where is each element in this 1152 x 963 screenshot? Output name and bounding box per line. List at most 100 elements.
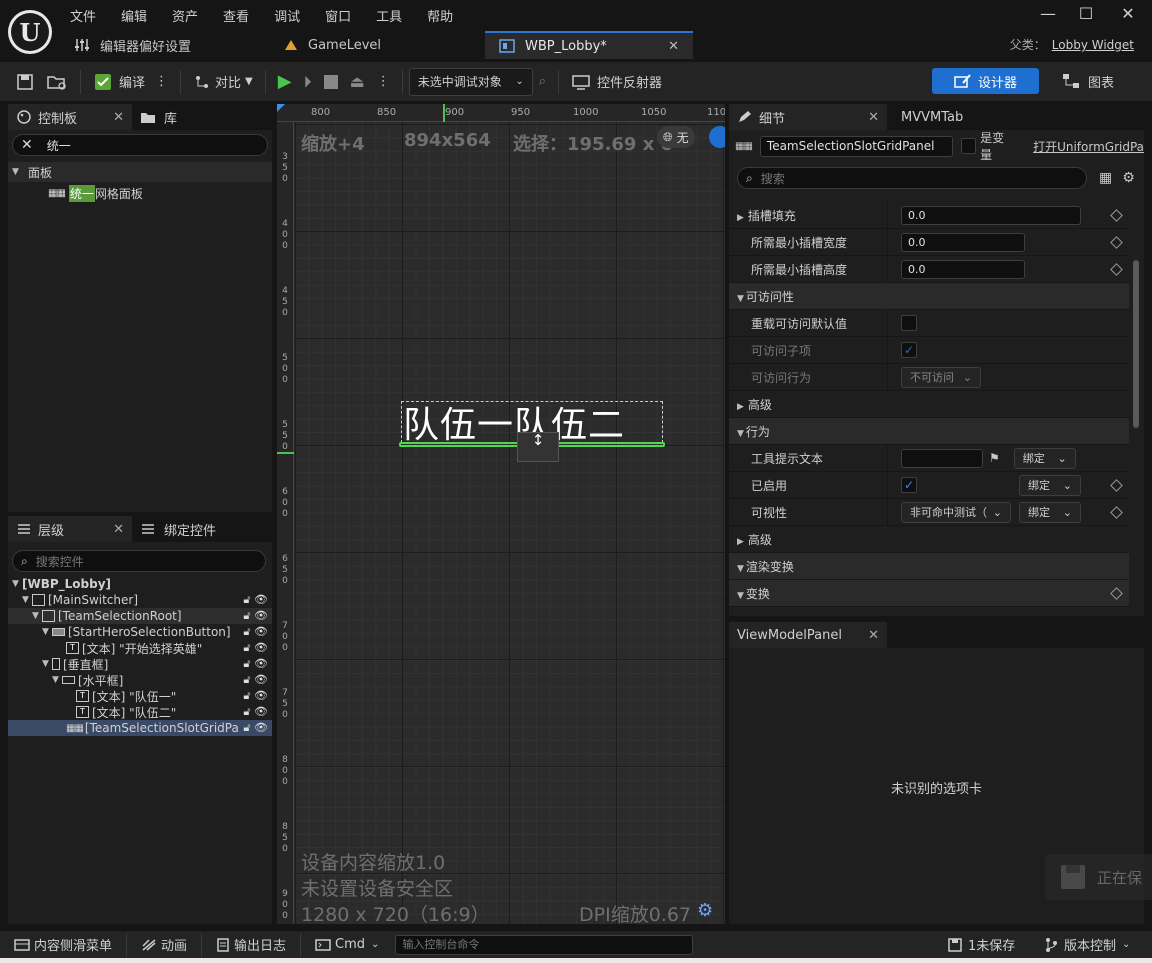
close-tab-icon[interactable]: ✕	[113, 110, 124, 125]
eject-icon[interactable]: ⏏	[344, 68, 371, 96]
details-search-input[interactable]: ⌕ 搜索	[737, 167, 1087, 189]
save-button[interactable]	[10, 68, 40, 96]
slot-padding-input[interactable]: 0.0	[901, 205, 1081, 225]
menu-asset[interactable]: 资产	[172, 6, 198, 25]
menu-edit[interactable]: 编辑	[121, 6, 147, 25]
open-uniformgrid-link[interactable]: 打开UniformGridPa	[1033, 138, 1144, 155]
play-button[interactable]: ▶	[272, 68, 298, 96]
details-scrollbar[interactable]	[1133, 260, 1139, 428]
tab-gamelevel[interactable]: GameLevel	[270, 31, 485, 59]
canvas-mode-button[interactable]	[709, 126, 725, 148]
enabled-bind-button[interactable]: 绑定 ⌄	[1019, 474, 1081, 496]
close-tab-icon[interactable]: ✕	[868, 628, 879, 643]
category-render-transform[interactable]: ▼ 渲染变换	[729, 553, 1129, 580]
unreal-logo-icon[interactable]: U	[8, 10, 52, 54]
debug-target-dropdown[interactable]: 未选中调试对象 ⌄	[408, 67, 533, 96]
compile-options-icon[interactable]: ⋮	[155, 74, 168, 89]
menu-help[interactable]: 帮助	[427, 6, 453, 25]
tree-row-text-team-two[interactable]: T [文本] "队伍二" 🔓︎ 👁︎	[8, 704, 272, 720]
console-command-input[interactable]: 输入控制台命令	[395, 934, 694, 955]
override-accessible-checkbox[interactable]	[901, 315, 917, 331]
expand-triangle-icon[interactable]: ▶	[737, 213, 744, 223]
maximize-icon[interactable]: ☐	[1074, 4, 1098, 24]
settings-gear-icon[interactable]: ⚙	[1122, 170, 1135, 186]
menu-debug[interactable]: 调试	[274, 6, 300, 25]
category-accessibility[interactable]: ▼ 可访问性	[729, 283, 1129, 310]
tab-viewmodel[interactable]: ViewModelPanel ✕	[729, 622, 887, 648]
browse-button[interactable]	[40, 68, 74, 96]
cmd-dropdown[interactable]: Cmd ⌄	[307, 932, 387, 958]
reset-diamond-icon[interactable]	[1110, 586, 1123, 600]
minimize-icon[interactable]: —	[1036, 4, 1060, 24]
tree-row-teamselectionslotgrid[interactable]: ▦▦ [TeamSelectionSlotGridPa 🔓︎ 👁︎	[8, 720, 272, 736]
tree-row-startherobutton[interactable]: ▼ [StartHeroSelectionButton] 🔓︎ 👁︎	[8, 624, 272, 640]
lock-visibility-icons[interactable]: 🔓︎ 👁︎	[243, 625, 268, 639]
tree-row-horizontal-box[interactable]: ▼ [水平框] 🔓︎ 👁︎	[8, 672, 272, 688]
tree-row-teamselectionroot[interactable]: ▼ [TeamSelectionRoot] 🔓︎ 👁︎	[8, 608, 272, 624]
reset-diamond-icon[interactable]	[1110, 505, 1123, 519]
palette-search-input[interactable]: ✕ 统一	[12, 134, 268, 156]
table-view-icon[interactable]: ▦	[1099, 170, 1112, 186]
reset-diamond-icon[interactable]	[1110, 208, 1123, 222]
lock-visibility-icons[interactable]: 🔓︎ 👁︎	[243, 641, 268, 655]
designer-button[interactable]: 设计器	[932, 68, 1040, 94]
source-control-button[interactable]: 版本控制 ⌄	[1036, 932, 1138, 958]
clear-search-icon[interactable]: ✕	[21, 137, 33, 153]
reset-diamond-icon[interactable]	[1110, 235, 1123, 249]
menu-tools[interactable]: 工具	[376, 6, 402, 25]
close-tab-icon[interactable]: ✕	[668, 39, 679, 54]
subcategory-advanced-2[interactable]: ▶ 高级	[729, 526, 1129, 553]
lock-visibility-icons[interactable]: 🔓︎ 👁︎	[243, 609, 268, 623]
tooltip-text-input[interactable]	[901, 448, 983, 468]
lock-visibility-icons[interactable]: 🔓︎ 👁︎	[243, 593, 268, 607]
category-behavior[interactable]: ▼ 行为	[729, 418, 1129, 445]
widget-name-input[interactable]: TeamSelectionSlotGridPanel	[759, 135, 953, 157]
parent-class-link[interactable]: Lobby Widget	[1052, 38, 1134, 52]
output-log-button[interactable]: 输出日志	[208, 932, 294, 958]
play-options-icon[interactable]: ⋮	[371, 68, 396, 96]
reset-diamond-icon[interactable]	[1110, 478, 1123, 492]
lock-visibility-icons[interactable]: 🔓︎ 👁︎	[243, 673, 268, 687]
compile-button[interactable]: 编译 ⋮	[87, 68, 174, 96]
resize-handle-icon[interactable]: ↕	[517, 432, 559, 462]
close-tab-icon[interactable]: ✕	[868, 110, 879, 125]
subcategory-advanced-1[interactable]: ▶ 高级	[729, 391, 1129, 418]
visibility-dropdown[interactable]: 非可命中测试（ ⌄	[901, 501, 1011, 523]
min-slot-width-input[interactable]: 0.0	[901, 232, 1025, 252]
tab-hierarchy[interactable]: 层级 ✕	[8, 516, 132, 542]
tab-wbp-lobby[interactable]: WBP_Lobby* ✕	[485, 31, 693, 59]
animation-button[interactable]: 动画	[133, 932, 195, 958]
localization-flag-icon[interactable]: ⚑	[989, 451, 1000, 465]
content-drawer-button[interactable]: 内容侧滑菜单	[6, 932, 120, 958]
enabled-checkbox[interactable]: ✓	[901, 477, 917, 493]
stop-icon[interactable]	[318, 68, 344, 96]
palette-category-panel[interactable]: ▼ 面板	[8, 162, 272, 182]
min-slot-height-input[interactable]: 0.0	[901, 259, 1025, 279]
graph-button[interactable]: 图表	[1062, 68, 1114, 94]
widget-reflector-button[interactable]: 控件反射器	[565, 68, 668, 96]
visibility-bind-button[interactable]: 绑定 ⌄	[1019, 501, 1081, 523]
menu-view[interactable]: 查看	[223, 6, 249, 25]
localization-toggle[interactable]: 🌐︎ 无	[657, 126, 695, 148]
hierarchy-search-input[interactable]: ⌕ 搜索控件	[12, 550, 266, 572]
unsaved-button[interactable]: 1未保存	[940, 932, 1023, 958]
lock-visibility-icons[interactable]: 🔓︎ 👁︎	[243, 689, 268, 703]
reset-diamond-icon[interactable]	[1110, 262, 1123, 276]
designer-canvas[interactable]: 800 850 900 950 1000 1050 1100 350 400 450…	[277, 104, 725, 924]
tree-row-text-team-one[interactable]: T [文本] "队伍一" 🔓︎ 👁︎	[8, 688, 272, 704]
diff-button[interactable]: 对比 ▼	[187, 68, 259, 96]
is-variable-checkbox[interactable]	[960, 138, 977, 154]
tree-row-text-start-hero[interactable]: T [文本] "开始选择英雄" 🔓︎ 👁︎	[8, 640, 272, 656]
lock-visibility-icons[interactable]: 🔓︎ 👁︎	[243, 657, 268, 671]
tab-palette[interactable]: 控制板 ✕	[8, 104, 132, 130]
menu-window[interactable]: 窗口	[325, 6, 351, 25]
menu-file[interactable]: 文件	[70, 6, 96, 25]
tree-row-wbp-lobby[interactable]: ▼ [WBP_Lobby]	[8, 576, 272, 592]
tab-library[interactable]: 库	[132, 104, 186, 130]
team-text-widget[interactable]: 队伍一队伍二	[403, 396, 625, 448]
step-icon[interactable]: ⏵	[298, 68, 318, 96]
tree-row-vertical-box[interactable]: ▼ [垂直框] 🔓︎ 👁︎	[8, 656, 272, 672]
tab-mvvm[interactable]: MVVMTab	[887, 104, 972, 130]
lock-visibility-icons[interactable]: 🔓︎ 👁︎	[243, 721, 268, 735]
category-transform[interactable]: ▼ 变换	[729, 580, 1129, 607]
